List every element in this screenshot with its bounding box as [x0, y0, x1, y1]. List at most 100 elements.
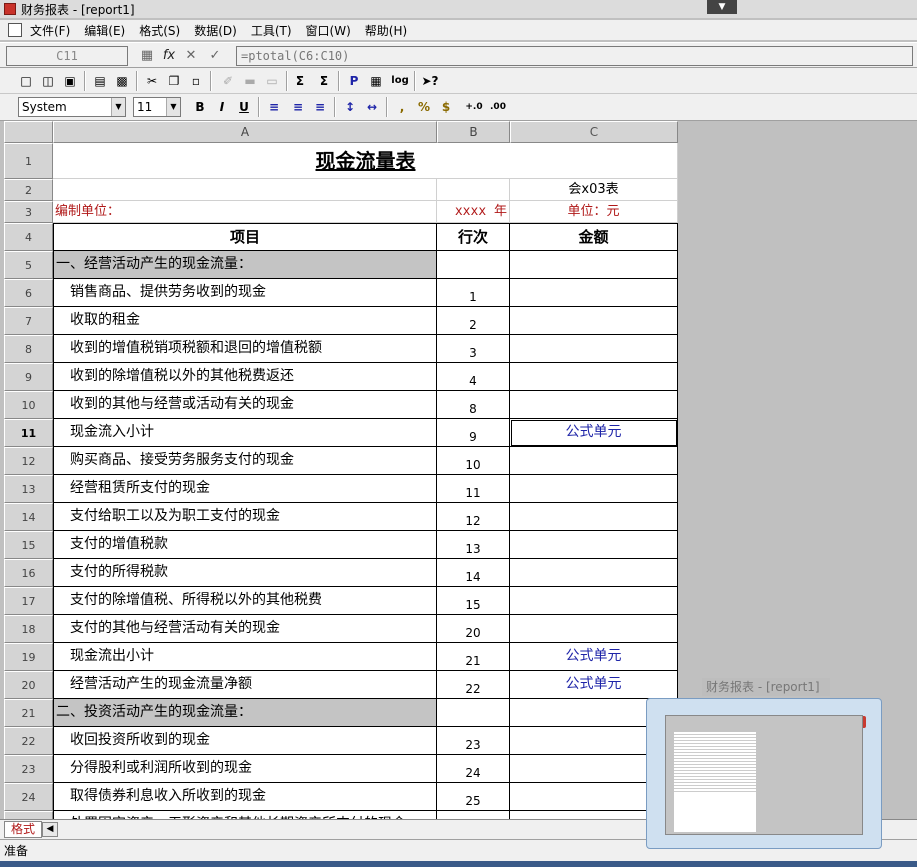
select-all-corner[interactable]: [4, 121, 53, 143]
font-size-select[interactable]: 11 ▼: [133, 97, 181, 117]
header-amount[interactable]: 金额: [510, 223, 678, 251]
row-header[interactable]: 13: [4, 475, 53, 503]
row-header[interactable]: 6: [4, 279, 53, 307]
cancel-icon[interactable]: ✕: [182, 47, 200, 65]
cell-line[interactable]: 15: [437, 587, 510, 615]
row-header[interactable]: 7: [4, 307, 53, 335]
row-header[interactable]: 12: [4, 447, 53, 475]
confirm-icon[interactable]: ✓: [206, 47, 224, 65]
cell-line[interactable]: [437, 699, 510, 727]
function-icon[interactable]: fx: [160, 47, 178, 65]
comma-style-button[interactable]: ,: [392, 97, 412, 117]
cell-item[interactable]: 分得股利或利润所收到的现金: [53, 755, 437, 783]
row-header[interactable]: 8: [4, 335, 53, 363]
cell-line[interactable]: [437, 811, 510, 819]
row-header[interactable]: 14: [4, 503, 53, 531]
percent-style-button[interactable]: %: [414, 97, 434, 117]
cell-amount[interactable]: [510, 447, 678, 475]
chevron-down-icon[interactable]: ▼: [166, 98, 180, 116]
row-header[interactable]: 15: [4, 531, 53, 559]
cell-line[interactable]: 11: [437, 475, 510, 503]
cell-line[interactable]: 22: [437, 671, 510, 699]
cell-line[interactable]: 25: [437, 783, 510, 811]
cell-item[interactable]: 处置固定资产、无形资产和其他长期资产所支付的现金: [53, 811, 437, 819]
year-label[interactable]: xxxx 年: [437, 201, 510, 223]
tab-scroll-left-icon[interactable]: ◀: [42, 822, 58, 837]
cell-amount[interactable]: [510, 587, 678, 615]
row-header[interactable]: 18: [4, 615, 53, 643]
print-preview-icon[interactable]: ▤: [90, 71, 110, 91]
menu-data[interactable]: 数据(D): [194, 22, 237, 39]
cell-line[interactable]: 10: [437, 447, 510, 475]
header-item[interactable]: 项目: [53, 223, 437, 251]
cell-amount[interactable]: 公式单元: [510, 671, 678, 699]
row-header[interactable]: 24: [4, 783, 53, 811]
cell-amount[interactable]: [510, 335, 678, 363]
row-header[interactable]: 2: [4, 179, 53, 201]
cell-line[interactable]: 12: [437, 503, 510, 531]
row-header[interactable]: 10: [4, 391, 53, 419]
format-painter-icon[interactable]: ✐: [218, 71, 238, 91]
cell-c1[interactable]: [510, 143, 678, 179]
cell-line[interactable]: 1: [437, 279, 510, 307]
cell-line[interactable]: 8: [437, 391, 510, 419]
row-header[interactable]: 21: [4, 699, 53, 727]
cell-item[interactable]: 购买商品、接受劳务服务支付的现金: [53, 447, 437, 475]
row-header[interactable]: 19: [4, 643, 53, 671]
cell-item[interactable]: 收到的其他与经营或活动有关的现金: [53, 391, 437, 419]
sum-icon[interactable]: Σ: [290, 71, 310, 91]
taskbar-preview[interactable]: ✕: [646, 698, 882, 849]
menu-window[interactable]: 窗口(W): [306, 22, 351, 39]
cell-amount[interactable]: [510, 251, 678, 279]
cell-b2[interactable]: [437, 179, 510, 201]
property-icon[interactable]: P: [344, 71, 364, 91]
row-header[interactable]: 11: [4, 419, 53, 447]
row-header[interactable]: 5: [4, 251, 53, 279]
cell-item[interactable]: 现金流出小计: [53, 643, 437, 671]
cell-item[interactable]: 二、投资活动产生的现金流量：: [53, 699, 437, 727]
column-header-a[interactable]: A: [53, 121, 437, 143]
cell-line[interactable]: 23: [437, 727, 510, 755]
menu-file[interactable]: 文件(F): [30, 22, 70, 39]
cell-line[interactable]: 24: [437, 755, 510, 783]
new-file-icon[interactable]: □: [16, 71, 36, 91]
cell-item[interactable]: 一、经营活动产生的现金流量：: [53, 251, 437, 279]
cell-item[interactable]: 收到的增值税销项税额和退回的增值税额: [53, 335, 437, 363]
cell-amount[interactable]: 公式单元: [510, 419, 678, 447]
currency-style-button[interactable]: $: [436, 97, 456, 117]
document-icon[interactable]: [8, 23, 22, 37]
cell-item[interactable]: 支付给职工以及为职工支付的现金: [53, 503, 437, 531]
cell-line[interactable]: 13: [437, 531, 510, 559]
vertical-align-icon[interactable]: ↕: [340, 97, 360, 117]
cell-line[interactable]: 2: [437, 307, 510, 335]
cell-line[interactable]: 3: [437, 335, 510, 363]
help-pointer-icon[interactable]: ➤?: [420, 71, 440, 91]
row-header[interactable]: 1: [4, 143, 53, 179]
menu-format[interactable]: 格式(S): [139, 22, 180, 39]
cell-item[interactable]: 支付的除增值税、所得税以外的其他税费: [53, 587, 437, 615]
align-left-icon[interactable]: ≡: [264, 97, 284, 117]
cell-amount[interactable]: [510, 531, 678, 559]
cell-amount[interactable]: [510, 363, 678, 391]
cell-line[interactable]: 4: [437, 363, 510, 391]
cell-item[interactable]: 销售商品、提供劳务收到的现金: [53, 279, 437, 307]
cell-amount[interactable]: [510, 475, 678, 503]
cell-line[interactable]: 14: [437, 559, 510, 587]
cell-a1[interactable]: 现金流量表: [53, 143, 437, 179]
align-center-icon[interactable]: ≡: [288, 97, 308, 117]
bold-button[interactable]: B: [190, 97, 210, 117]
decrease-decimal-icon[interactable]: .00: [488, 97, 508, 117]
sum-dropdown-icon[interactable]: Σ: [314, 71, 334, 91]
italic-button[interactable]: I: [212, 97, 232, 117]
delete-icon[interactable]: ▭: [262, 71, 282, 91]
chevron-down-icon[interactable]: ▼: [111, 98, 125, 116]
underline-button[interactable]: U: [234, 97, 254, 117]
align-right-icon[interactable]: ≡: [310, 97, 330, 117]
cell-item[interactable]: 收回投资所收到的现金: [53, 727, 437, 755]
row-header[interactable]: 4: [4, 223, 53, 251]
cell-a2[interactable]: [53, 179, 437, 201]
keyboard-icon[interactable]: ▦: [138, 47, 156, 65]
row-header[interactable]: 3: [4, 201, 53, 223]
save-icon[interactable]: ▣: [60, 71, 80, 91]
cell-item[interactable]: 收到的除增值税以外的其他税费返还: [53, 363, 437, 391]
